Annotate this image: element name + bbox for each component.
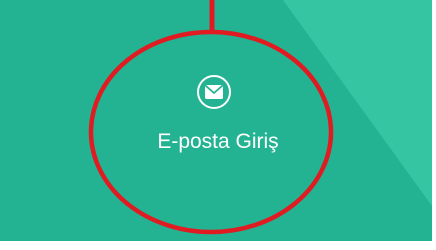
envelope-icon: [197, 75, 231, 109]
bottom-white-strip: [0, 241, 436, 250]
email-login-button[interactable]: E-posta Giriş: [128, 66, 308, 176]
screenshot-frame: E-posta Giriş: [0, 0, 436, 250]
email-login-label: E-posta Giriş: [157, 130, 279, 153]
email-login-tile[interactable]: E-posta Giriş: [0, 0, 432, 241]
